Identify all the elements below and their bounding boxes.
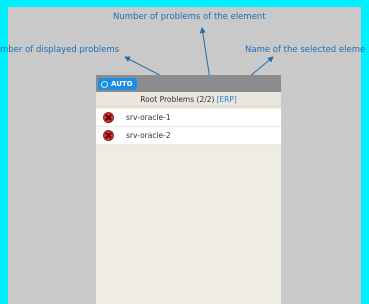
annotation-selected-element: Name of the selected eleme (245, 45, 366, 55)
annotation-displayed-problems: mber of displayed problems (0, 45, 120, 55)
list-item-label: srv-oracle-2 (126, 131, 171, 140)
problem-list: srv-oracle-1 srv-oracle-2 (96, 109, 281, 145)
panel-title: Root Problems (2/2) [ERP] (96, 92, 281, 107)
auto-button[interactable]: AUTO (98, 78, 137, 90)
list-item-label: srv-oracle-1 (126, 113, 171, 122)
problems-count-label: Root Problems (2/2) (140, 94, 215, 104)
refresh-icon (101, 80, 108, 88)
panel-header: AUTO (96, 75, 281, 92)
list-item[interactable]: srv-oracle-2 (96, 127, 281, 145)
selected-element-name[interactable]: [ERP] (216, 95, 236, 104)
annotation-problems-count: Number of problems of the element (113, 12, 266, 22)
error-icon (103, 130, 114, 141)
error-icon (103, 112, 114, 123)
list-item[interactable]: srv-oracle-1 (96, 109, 281, 127)
root-problems-panel: AUTO Root Problems (2/2) [ERP] srv-oracl… (96, 75, 281, 304)
auto-button-label: AUTO (111, 80, 133, 88)
